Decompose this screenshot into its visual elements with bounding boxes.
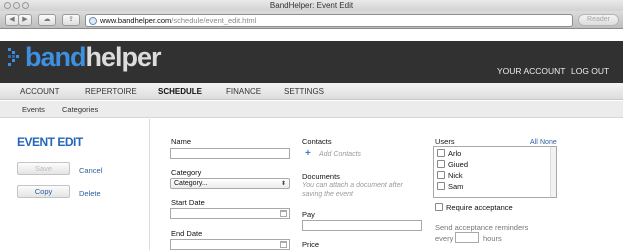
forward-arrow-icon: ▶ <box>22 16 28 23</box>
icloud-tabs-button[interactable]: ☁ <box>38 14 56 26</box>
share-button[interactable]: ⇪ <box>62 14 80 26</box>
require-acceptance-row[interactable]: Require acceptance <box>435 203 513 212</box>
users-label: Users <box>435 137 455 146</box>
cancel-link[interactable]: Cancel <box>79 166 102 175</box>
subnav-categories[interactable]: Categories <box>62 101 98 118</box>
user-checkbox[interactable] <box>437 171 445 179</box>
nav-repertoire[interactable]: REPERTOIRE <box>85 83 137 100</box>
forward-button[interactable]: ▶ <box>18 14 32 26</box>
bandhelper-logo[interactable]: bandhelper <box>25 40 162 74</box>
category-label: Category <box>171 168 202 177</box>
nav-schedule[interactable]: SCHEDULE <box>158 83 202 100</box>
contacts-label: Contacts <box>302 137 332 146</box>
price-label: Price <box>302 240 320 249</box>
address-bar[interactable]: www.bandhelper.com/schedule/event_edit.h… <box>85 14 573 27</box>
window-titlebar: BandHelper: Event Edit <box>0 0 623 11</box>
list-item[interactable]: Nick <box>437 171 463 181</box>
select-arrows-icon: ⬍ <box>280 181 286 187</box>
reminders-label: Send acceptance reminders <box>435 223 529 232</box>
window-title: BandHelper: Event Edit <box>269 1 354 10</box>
browser-toolbar: ◀ ▶ ☁ ⇪ www.bandhelper.com/schedule/even… <box>0 11 623 29</box>
your-account-link[interactable]: YOUR ACCOUNT <box>497 66 565 76</box>
documents-note: You can attach a document after saving t… <box>302 182 403 198</box>
hours-label: hours <box>483 234 502 243</box>
user-checkbox[interactable] <box>437 149 445 157</box>
url-path: /schedule/event_edit.html <box>171 16 257 25</box>
delete-link[interactable]: Delete <box>79 189 101 198</box>
close-window-icon[interactable] <box>4 2 11 9</box>
list-item[interactable]: Giued <box>437 160 468 170</box>
start-date-input[interactable] <box>170 208 290 219</box>
nav-finance[interactable]: FINANCE <box>226 83 261 100</box>
reminder-hours-input[interactable] <box>455 232 479 243</box>
calendar-icon[interactable] <box>280 241 287 248</box>
share-icon: ⇪ <box>68 16 74 23</box>
end-date-label: End Date <box>171 229 203 238</box>
logo-chevron-icon <box>8 48 19 66</box>
name-label: Name <box>171 137 192 146</box>
user-checkbox[interactable] <box>437 160 445 168</box>
pay-input[interactable] <box>302 220 422 231</box>
nav-settings[interactable]: SETTINGS <box>284 83 324 100</box>
end-date-input[interactable] <box>170 239 290 250</box>
page-title: EVENT EDIT <box>17 135 83 149</box>
minimize-window-icon[interactable] <box>13 2 20 9</box>
users-list-scrollbar[interactable] <box>550 147 556 197</box>
reader-button[interactable]: Reader <box>578 14 619 26</box>
sub-nav: Events Categories <box>0 101 623 118</box>
calendar-icon[interactable] <box>280 210 287 217</box>
main-nav: ACCOUNT REPERTOIRE SCHEDULE FINANCE SETT… <box>0 83 623 100</box>
require-acceptance-checkbox[interactable] <box>435 203 443 211</box>
start-date-label: Start Date <box>171 198 205 207</box>
nav-account[interactable]: ACCOUNT <box>20 83 60 100</box>
back-arrow-icon: ◀ <box>9 16 15 23</box>
url-host: www.bandhelper.com <box>100 16 172 25</box>
list-item[interactable]: Sam <box>437 182 463 192</box>
users-list[interactable]: Arlo Giued Nick Sam <box>433 146 557 198</box>
pay-label: Pay <box>302 210 315 219</box>
cloud-icon: ☁ <box>43 16 51 23</box>
list-item[interactable]: Arlo <box>437 149 461 159</box>
logout-link[interactable]: LOG OUT <box>571 66 609 76</box>
add-icon[interactable]: + <box>305 149 313 159</box>
user-checkbox[interactable] <box>437 182 445 190</box>
category-select[interactable]: Category... ⬍ <box>170 178 290 189</box>
back-button[interactable]: ◀ <box>5 14 19 26</box>
site-globe-icon <box>89 17 97 25</box>
add-contacts-link[interactable]: Add Contacts <box>319 150 361 159</box>
documents-label: Documents <box>302 172 340 181</box>
zoom-window-icon[interactable] <box>22 2 29 9</box>
name-input[interactable] <box>170 148 290 159</box>
every-label: every <box>435 234 454 243</box>
save-button[interactable]: Save <box>17 162 70 175</box>
subnav-events[interactable]: Events <box>22 101 45 118</box>
copy-button[interactable]: Copy <box>17 185 70 198</box>
